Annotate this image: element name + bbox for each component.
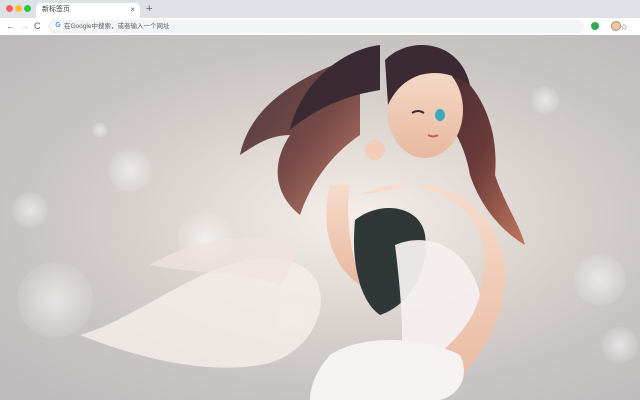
omnibox[interactable]: G 在Google中搜索，或者输入一个网址 ☆	[48, 20, 628, 33]
window-maximize-button[interactable]	[24, 5, 31, 12]
new-tab-button[interactable]: +	[146, 2, 152, 16]
window-close-button[interactable]	[6, 5, 13, 12]
window-minimize-button[interactable]	[15, 5, 22, 12]
tab-title: 新标签页	[42, 6, 70, 13]
forward-arrow-icon[interactable]: →	[20, 20, 29, 33]
reload-icon[interactable]: C	[34, 20, 41, 33]
tab-strip: 新标签页 × +	[0, 0, 640, 18]
toolbar: ← → C G 在Google中搜索，或者输入一个网址 ☆ ⋮	[0, 18, 640, 48]
omnibox-placeholder[interactable]: 在Google中搜索，或者输入一个网址	[64, 21, 169, 32]
tab-close-icon[interactable]: ×	[130, 4, 135, 16]
extension-icon[interactable]	[591, 22, 599, 30]
star-icon[interactable]: ☆	[620, 21, 628, 33]
google-icon: G	[53, 21, 63, 31]
avatar-icon[interactable]	[611, 21, 621, 31]
browser-window: 新标签页 × + ← → C G 在Google中搜索，或者输入一个网址 ☆ ⋮	[0, 0, 640, 400]
wallpaper-image	[0, 35, 640, 400]
back-arrow-icon[interactable]: ←	[6, 20, 15, 33]
tab-new-tab[interactable]: 新标签页 ×	[36, 3, 140, 18]
wallpaper-illustration	[12, 45, 638, 400]
